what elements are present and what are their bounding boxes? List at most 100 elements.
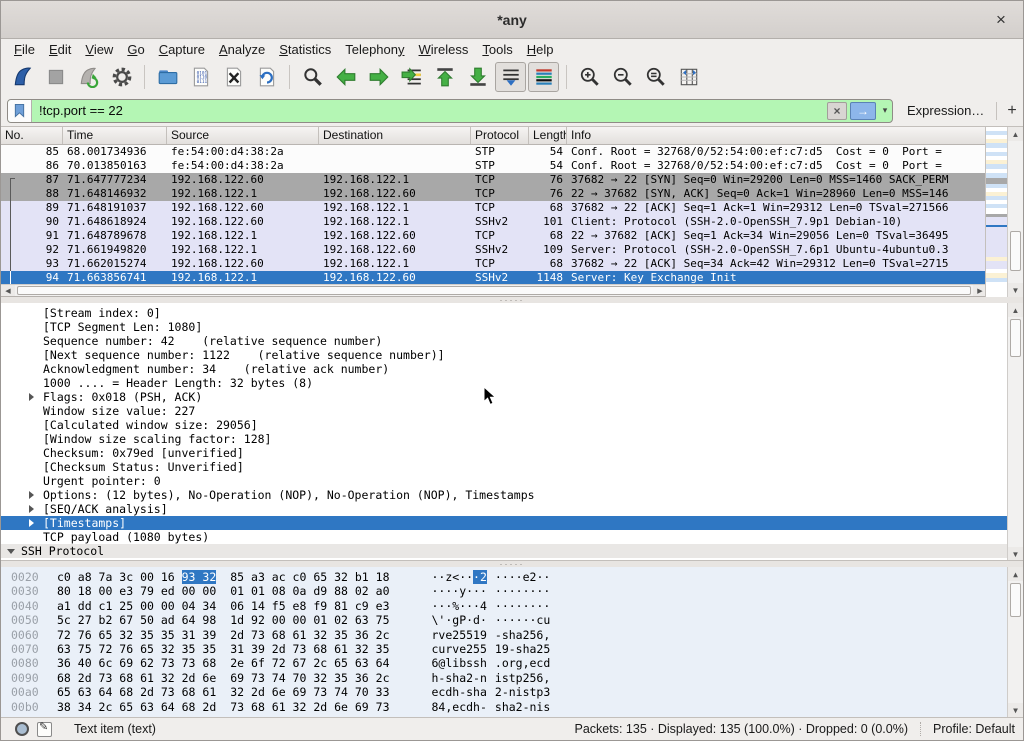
detail-row[interactable]: Sequence number: 42 (relative sequence n… — [1, 334, 1023, 348]
hex-row[interactable]: 00b038 34 2c 65 63 64 68 2d73 68 61 32 2… — [1, 700, 1023, 714]
column-header-time[interactable]: Time — [63, 127, 167, 144]
detail-row[interactable]: 1000 .... = Header Length: 32 bytes (8) — [1, 376, 1023, 390]
detail-row[interactable]: [Stream index: 0] — [1, 306, 1023, 320]
capture-options-button[interactable] — [106, 62, 137, 92]
filter-bookmark-button[interactable] — [8, 100, 32, 122]
detail-row[interactable]: TCP payload (1080 bytes) — [1, 530, 1023, 544]
stop-capture-button[interactable] — [40, 62, 71, 92]
scroll-down-arrow[interactable]: ▼ — [1008, 703, 1023, 717]
packet-list-vscrollbar[interactable]: ▲ ▼ — [1007, 127, 1023, 297]
expander-closed-icon[interactable] — [29, 393, 34, 401]
reload-file-button[interactable] — [251, 62, 282, 92]
packet-row[interactable]: 8771.647777234192.168.122.60192.168.122.… — [1, 173, 987, 187]
expert-info-icon[interactable] — [15, 722, 29, 736]
detail-row[interactable]: Flags: 0x018 (PSH, ACK) — [1, 390, 1023, 404]
column-header-length[interactable]: Length — [529, 127, 567, 144]
packet-row[interactable]: 8971.648191037192.168.122.60192.168.122.… — [1, 201, 987, 215]
zoom-in-button[interactable] — [574, 62, 605, 92]
profile-selector[interactable]: Profile: Default — [921, 722, 1015, 736]
expander-closed-icon[interactable] — [29, 519, 34, 527]
zoom-100-button[interactable] — [640, 62, 671, 92]
hscroll-thumb[interactable] — [17, 286, 971, 295]
packet-row[interactable]: 9271.661949820192.168.122.1192.168.122.6… — [1, 243, 987, 257]
hex-row[interactable]: 007063 75 72 76 65 32 35 3531 39 2d 73 6… — [1, 642, 1023, 656]
scroll-left-arrow[interactable]: ◀ — [1, 285, 15, 296]
colorize-packets-button[interactable] — [528, 62, 559, 92]
filter-expression-text[interactable]: !tcp.port == 22 — [32, 103, 827, 118]
detail-row[interactable]: Checksum: 0x79ed [unverified] — [1, 446, 1023, 460]
column-header-destination[interactable]: Destination — [319, 127, 471, 144]
hex-row[interactable]: 0040a1 dd c1 25 00 00 04 3406 14 f5 e8 f… — [1, 599, 1023, 613]
menu-telephony[interactable]: Telephony — [338, 41, 411, 58]
menu-edit[interactable]: Edit — [42, 41, 78, 58]
hex-row[interactable]: 003080 18 00 e3 79 ed 00 0001 01 08 0a d… — [1, 584, 1023, 598]
filter-history-dropdown[interactable]: ▾ — [878, 102, 892, 120]
filter-apply-button[interactable]: → — [850, 102, 876, 120]
intelligent-scrollbar-minimap[interactable] — [985, 127, 1007, 297]
packet-row[interactable]: 8568.001734936fe:54:00:d4:38:2aSTP54Conf… — [1, 145, 987, 159]
vscroll-thumb[interactable] — [1010, 231, 1021, 271]
menu-view[interactable]: View — [78, 41, 120, 58]
expander-closed-icon[interactable] — [29, 505, 34, 513]
detail-row[interactable]: SSH Protocol — [1, 544, 1023, 558]
scroll-down-arrow[interactable]: ▼ — [1008, 547, 1023, 561]
scroll-up-arrow[interactable]: ▲ — [1008, 127, 1023, 141]
detail-row[interactable]: [SEQ/ACK analysis] — [1, 502, 1023, 516]
details-vscrollbar[interactable]: ▲ ▼ — [1007, 303, 1023, 561]
detail-row[interactable]: [TCP Segment Len: 1080] — [1, 320, 1023, 334]
start-capture-button[interactable] — [7, 62, 38, 92]
go-first-packet-button[interactable] — [429, 62, 460, 92]
titlebar[interactable]: *any × — [1, 1, 1023, 39]
menu-statistics[interactable]: Statistics — [272, 41, 338, 58]
restart-capture-button[interactable] — [73, 62, 104, 92]
capture-comment-icon[interactable] — [37, 722, 52, 737]
hex-row[interactable]: 009068 2d 73 68 61 32 2d 6e69 73 74 70 3… — [1, 671, 1023, 685]
packet-row[interactable]: 9371.662015274192.168.122.60192.168.122.… — [1, 257, 987, 271]
hex-row[interactable]: 00a065 63 64 68 2d 73 68 6132 2d 6e 69 7… — [1, 685, 1023, 699]
detail-row[interactable]: Acknowledgment number: 34 (relative ack … — [1, 362, 1023, 376]
menu-capture[interactable]: Capture — [152, 41, 212, 58]
packet-row[interactable]: 9171.648789678192.168.122.1192.168.122.6… — [1, 229, 987, 243]
filter-clear-button[interactable]: × — [827, 102, 847, 120]
menu-wireless[interactable]: Wireless — [412, 41, 476, 58]
vscroll-thumb[interactable] — [1010, 319, 1021, 357]
menu-tools[interactable]: Tools — [475, 41, 519, 58]
scroll-down-arrow[interactable]: ▼ — [1008, 283, 1023, 297]
detail-row[interactable]: Urgent pointer: 0 — [1, 474, 1023, 488]
expander-open-icon[interactable] — [7, 549, 15, 554]
vscroll-thumb[interactable] — [1010, 583, 1021, 617]
go-next-packet-button[interactable] — [363, 62, 394, 92]
detail-row[interactable]: [Next sequence number: 1122 (relative se… — [1, 348, 1023, 362]
column-header-no[interactable]: No. — [1, 127, 63, 144]
detail-row[interactable]: Options: (12 bytes), No-Operation (NOP),… — [1, 488, 1023, 502]
close-window-button[interactable]: × — [989, 8, 1013, 32]
packet-row[interactable]: 9071.648618924192.168.122.60192.168.122.… — [1, 215, 987, 229]
detail-row[interactable]: [Window size scaling factor: 128] — [1, 432, 1023, 446]
go-last-packet-button[interactable] — [462, 62, 493, 92]
scroll-up-arrow[interactable]: ▲ — [1008, 567, 1023, 581]
add-filter-button[interactable]: + — [1007, 102, 1016, 120]
menu-go[interactable]: Go — [120, 41, 151, 58]
find-packet-button[interactable] — [297, 62, 328, 92]
hex-row[interactable]: 008036 40 6c 69 62 73 73 682e 6f 72 67 2… — [1, 656, 1023, 670]
expander-closed-icon[interactable] — [29, 491, 34, 499]
auto-scroll-button[interactable] — [495, 62, 526, 92]
close-file-button[interactable] — [218, 62, 249, 92]
display-filter-input[interactable]: !tcp.port == 22 × → ▾ — [7, 99, 893, 123]
packet-list-hscrollbar[interactable]: ◀ ▶ — [1, 284, 987, 296]
bytes-vscrollbar[interactable]: ▲ ▼ — [1007, 567, 1023, 717]
column-header-info[interactable]: Info — [567, 127, 987, 144]
packet-row[interactable]: 8871.648146932192.168.122.1192.168.122.6… — [1, 187, 987, 201]
hex-row[interactable]: 00505c 27 b2 67 50 ad 64 981d 92 00 00 0… — [1, 613, 1023, 627]
menu-help[interactable]: Help — [520, 41, 561, 58]
detail-row[interactable]: SSH Version 2 (encryption:chacha20-poly1… — [1, 558, 1023, 561]
packet-row[interactable]: 9471.663856741192.168.122.1192.168.122.6… — [1, 271, 987, 285]
column-header-source[interactable]: Source — [167, 127, 319, 144]
scroll-up-arrow[interactable]: ▲ — [1008, 303, 1023, 317]
hex-row[interactable]: 0020c0 a8 7a 3c 00 16 93 3285 a3 ac c0 6… — [1, 570, 1023, 584]
go-to-packet-button[interactable] — [396, 62, 427, 92]
detail-row[interactable]: Window size value: 227 — [1, 404, 1023, 418]
detail-row[interactable]: [Checksum Status: Unverified] — [1, 460, 1023, 474]
save-file-button[interactable]: 010101100111 — [185, 62, 216, 92]
packet-row[interactable]: 8670.013850163fe:54:00:d4:38:2aSTP54Conf… — [1, 159, 987, 173]
